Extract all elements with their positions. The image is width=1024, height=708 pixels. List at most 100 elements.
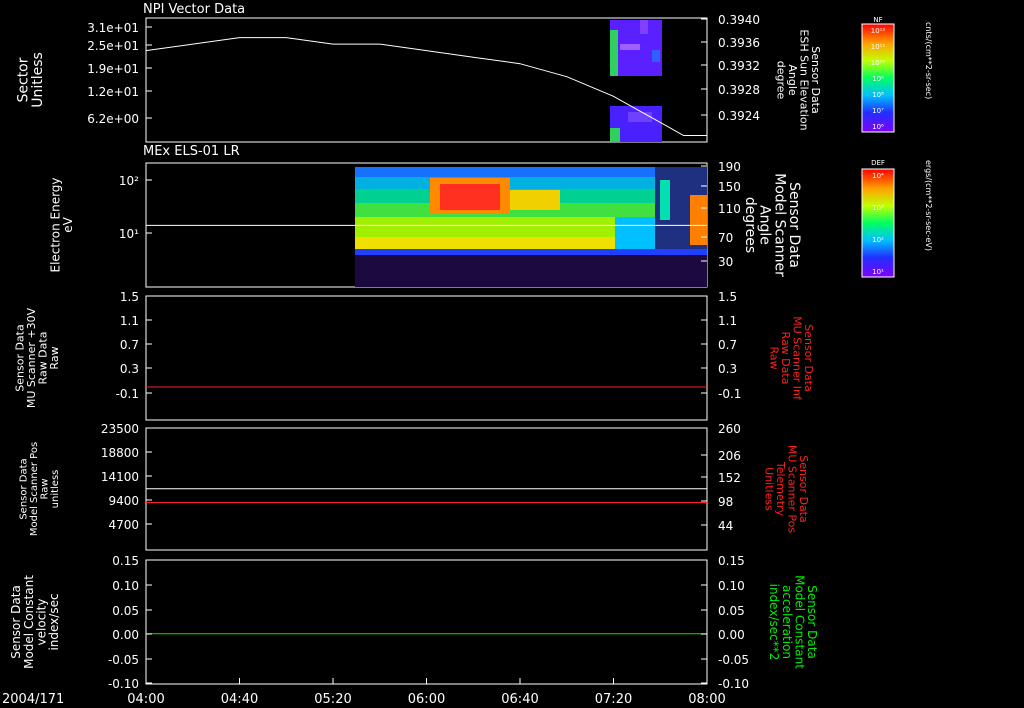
colorbar-tick-label: 10⁷ xyxy=(872,107,884,115)
y-tick-label: -0.05 xyxy=(718,653,749,667)
left-axis-ticks: 1.5 1.1 0.7 0.3 -0.1 xyxy=(116,290,152,401)
left-axis-ticks: 3.1e+01 2.5e+01 1.9e+01 1.2e+01 6.2e+00 xyxy=(87,21,152,126)
colorbar-tick-label: 10⁸ xyxy=(872,91,884,99)
y-tick-label: 0.15 xyxy=(112,554,139,568)
axis-label-line: Angle xyxy=(757,205,773,245)
y-tick-label: 0.10 xyxy=(112,579,139,593)
panel-frame xyxy=(145,559,708,685)
y-tick-label: -0.10 xyxy=(108,677,139,691)
y-tick-label: -0.1 xyxy=(718,387,741,401)
axis-label-line: Raw xyxy=(767,346,780,369)
panel-frame xyxy=(145,295,708,421)
axis-label-line: Sensor Data xyxy=(786,182,802,268)
axis-label-line: Unitless xyxy=(762,467,775,511)
y-tick-label: 1.5 xyxy=(718,290,737,304)
left-axis-label: SectorUnitless xyxy=(15,52,46,108)
y-tick-label: 1.2e+01 xyxy=(87,85,139,99)
axis-label-line: Sensor Data xyxy=(19,458,30,519)
y-tick-label: 0.05 xyxy=(718,604,745,618)
npi-spectrogram xyxy=(610,20,662,142)
y-tick-label: 10¹ xyxy=(119,227,139,241)
x-tick-label: 04:00 xyxy=(127,692,164,707)
y-tick-label: 0.3932 xyxy=(718,59,760,73)
y-tick-label: 18800 xyxy=(101,446,139,460)
axis-label-line: degree xyxy=(774,61,787,100)
axis-label-line: Model Scanner xyxy=(771,173,787,277)
axis-label-line: eV xyxy=(61,216,75,232)
panel-scanner-pos: 23500 18800 14100 9400 4700 260 206 152 98 44 Se… xyxy=(19,422,810,551)
left-axis-ticks: 23500 18800 14100 9400 4700 xyxy=(101,422,152,532)
y-tick-label: 30 xyxy=(718,255,733,269)
x-tick-label: 08:00 xyxy=(688,692,725,707)
axis-label-line: unitless xyxy=(50,470,61,509)
y-tick-label: 190 xyxy=(718,160,741,174)
y-tick-label: 0.3936 xyxy=(718,36,760,50)
chart-canvas: NPI Vector Data 3.1e+01 2.5e+01 1.9e+01 1.2… xyxy=(2,2,933,707)
x-tick-label: 05:20 xyxy=(314,692,351,707)
y-tick-label: 0.3940 xyxy=(718,13,760,27)
axis-label-line: Sector xyxy=(15,57,31,102)
x-tick-label: 06:00 xyxy=(408,692,445,707)
colorbar-tick-label: 10⁹ xyxy=(872,75,884,83)
axis-label-line: Model Scanner Pos xyxy=(29,442,40,536)
y-tick-label: 14100 xyxy=(101,470,139,484)
x-axis-ticks: 04:00 04:40 05:20 06:00 06:40 07:20 08:00 xyxy=(127,678,726,707)
colorbar-tick-label: 10³ xyxy=(872,204,884,212)
right-axis-label: Sensor DataESH Sun ElevationAngledegree xyxy=(774,29,822,130)
y-tick-label: 0.7 xyxy=(718,338,737,352)
colorbar-unit: ergs/(cm**2-sr-sec-eV) xyxy=(924,160,933,251)
y-tick-label: 260 xyxy=(718,422,741,436)
axis-label-line: Raw xyxy=(48,346,61,369)
y-tick-label: 0.3924 xyxy=(718,109,760,123)
left-axis-ticks: 10² 10¹ xyxy=(119,174,152,241)
y-tick-label: 110 xyxy=(718,202,741,216)
y-tick-label: 0.00 xyxy=(718,628,745,642)
colorbar-tick-label: 10² xyxy=(872,236,884,244)
x-tick-label: 04:40 xyxy=(221,692,258,707)
y-tick-label: 0.3 xyxy=(120,362,139,376)
y-tick-label: 0.15 xyxy=(718,554,745,568)
colorbar-tick-label: 10¹ xyxy=(872,268,884,276)
panel-title: MEx ELS-01 LR xyxy=(143,144,240,159)
right-axis-ticks: 0.15 0.10 0.05 0.00 -0.05 -0.10 xyxy=(701,554,749,691)
y-tick-label: 6.2e+00 xyxy=(87,112,139,126)
colorbar-tick-label: 10⁴ xyxy=(872,172,884,180)
colorbar-title: NF xyxy=(873,16,882,24)
y-tick-label: 0.7 xyxy=(120,338,139,352)
axis-label-line: index/sec**2 xyxy=(767,584,781,661)
y-tick-label: 9400 xyxy=(108,494,139,508)
axis-label-line: Unitless xyxy=(30,52,46,108)
colorbar-unit: cnts/(cm**2-sr-sec) xyxy=(924,22,933,99)
y-tick-label: 10² xyxy=(119,174,139,188)
left-axis-label: Electron EnergyeV xyxy=(48,177,75,272)
left-axis-label: Sensor DataModel Constantvelocityindex/s… xyxy=(9,575,61,669)
y-tick-label: 206 xyxy=(718,449,741,463)
colorbar-tick-label: 10⁶ xyxy=(872,123,884,131)
y-tick-label: 1.9e+01 xyxy=(87,62,139,76)
x-tick-label: 07:20 xyxy=(595,692,632,707)
right-axis-label: Sensor DataMU Scanner PosTelemetryUnitle… xyxy=(762,445,810,534)
x-tick-label: 06:40 xyxy=(501,692,538,707)
y-tick-label: 0.3 xyxy=(718,362,737,376)
left-axis-label: Sensor DataMU Scanner +30VRaw DataRaw xyxy=(13,307,61,408)
colorbar-nf: NF 10¹² 10¹¹ 10¹⁰ 10⁹ 10⁸ 10⁷ 10⁶ cnts/(cm**2-… xyxy=(861,16,933,133)
y-tick-label: 98 xyxy=(718,495,733,509)
left-axis-label: Sensor Data Model Scanner Pos Raw unitless xyxy=(19,442,62,536)
right-axis-label: Sensor DataModel ScannerAngledegrees xyxy=(742,173,802,277)
y-tick-label: 0.3928 xyxy=(718,83,760,97)
colorbar-def: DEF 10⁴ 10³ 10² 10¹ ergs/(cm**2-sr-sec-eV) xyxy=(861,159,933,278)
y-tick-label: 3.1e+01 xyxy=(87,21,139,35)
colorbar-gradient xyxy=(861,168,895,278)
y-tick-label: 152 xyxy=(718,471,741,485)
y-tick-label: -0.10 xyxy=(718,677,749,691)
y-tick-label: 70 xyxy=(718,231,733,245)
right-axis-label: Sensor DataModel Constantaccelerationind… xyxy=(767,575,819,669)
y-tick-label: -0.1 xyxy=(116,387,139,401)
y-tick-label: 1.5 xyxy=(120,290,139,304)
panel-model-constant: 0.150.100.050.00-0.05-0.10 0.150.100.050… xyxy=(9,554,819,691)
axis-label-line: index/sec xyxy=(47,593,61,650)
panel-mu-scanner-raw: 1.5 1.1 0.7 0.3 -0.1 1.5 1.1 0.7 0.3 -0.1 Sensor… xyxy=(13,290,815,421)
right-axis-ticks: 0.3940 0.3936 0.3932 0.3928 0.3924 xyxy=(701,13,760,123)
y-tick-label: 2.5e+01 xyxy=(87,39,139,53)
left-axis-ticks: 0.15 0.10 0.05 0.00 -0.05 -0.10 xyxy=(108,554,152,691)
